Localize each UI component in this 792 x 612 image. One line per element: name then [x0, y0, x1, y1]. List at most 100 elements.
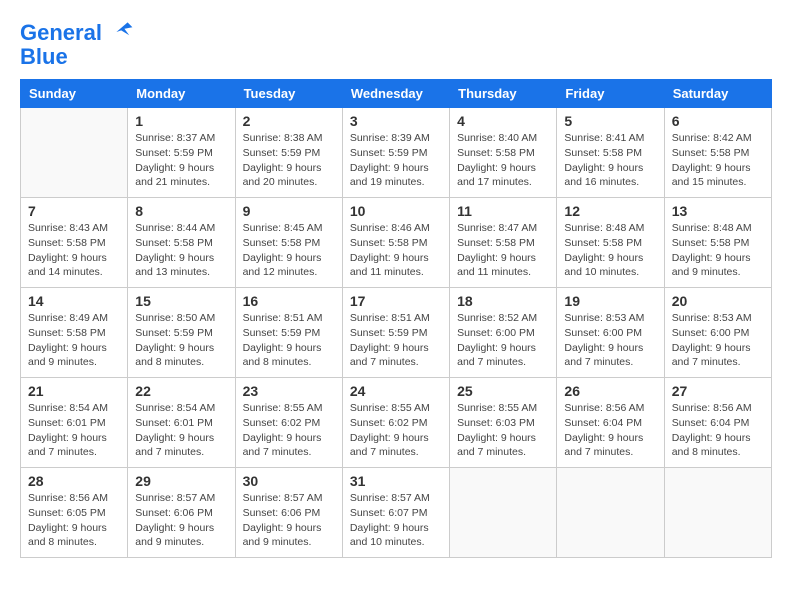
daylight-line1: Daylight: 9 hours	[457, 341, 549, 356]
weekday-header-saturday: Saturday	[664, 80, 771, 108]
day-number: 23	[243, 383, 335, 399]
calendar-cell: 13Sunrise: 8:48 AMSunset: 5:58 PMDayligh…	[664, 198, 771, 288]
daylight-line2: and 12 minutes.	[243, 265, 335, 280]
daylight-line2: and 7 minutes.	[457, 355, 549, 370]
day-info: Sunrise: 8:55 AMSunset: 6:02 PMDaylight:…	[243, 401, 335, 460]
calendar-cell: 29Sunrise: 8:57 AMSunset: 6:06 PMDayligh…	[128, 468, 235, 558]
day-number: 29	[135, 473, 227, 489]
calendar-cell: 7Sunrise: 8:43 AMSunset: 5:58 PMDaylight…	[21, 198, 128, 288]
daylight-line2: and 7 minutes.	[28, 445, 120, 460]
daylight-line2: and 9 minutes.	[243, 535, 335, 550]
day-info: Sunrise: 8:46 AMSunset: 5:58 PMDaylight:…	[350, 221, 442, 280]
day-info: Sunrise: 8:49 AMSunset: 5:58 PMDaylight:…	[28, 311, 120, 370]
calendar-cell: 31Sunrise: 8:57 AMSunset: 6:07 PMDayligh…	[342, 468, 449, 558]
sunrise-line: Sunrise: 8:54 AM	[135, 401, 227, 416]
day-info: Sunrise: 8:39 AMSunset: 5:59 PMDaylight:…	[350, 131, 442, 190]
sunrise-line: Sunrise: 8:57 AM	[135, 491, 227, 506]
sunrise-line: Sunrise: 8:44 AM	[135, 221, 227, 236]
sunrise-line: Sunrise: 8:48 AM	[672, 221, 764, 236]
sunrise-line: Sunrise: 8:39 AM	[350, 131, 442, 146]
daylight-line1: Daylight: 9 hours	[350, 431, 442, 446]
sunrise-line: Sunrise: 8:55 AM	[243, 401, 335, 416]
daylight-line2: and 9 minutes.	[672, 265, 764, 280]
calendar-cell: 4Sunrise: 8:40 AMSunset: 5:58 PMDaylight…	[450, 108, 557, 198]
daylight-line1: Daylight: 9 hours	[672, 251, 764, 266]
sunset-line: Sunset: 6:01 PM	[135, 416, 227, 431]
sunrise-line: Sunrise: 8:52 AM	[457, 311, 549, 326]
calendar-cell: 14Sunrise: 8:49 AMSunset: 5:58 PMDayligh…	[21, 288, 128, 378]
sunset-line: Sunset: 6:04 PM	[564, 416, 656, 431]
day-number: 24	[350, 383, 442, 399]
sunrise-line: Sunrise: 8:53 AM	[672, 311, 764, 326]
daylight-line1: Daylight: 9 hours	[564, 341, 656, 356]
sunrise-line: Sunrise: 8:56 AM	[28, 491, 120, 506]
day-number: 20	[672, 293, 764, 309]
calendar-cell: 11Sunrise: 8:47 AMSunset: 5:58 PMDayligh…	[450, 198, 557, 288]
daylight-line1: Daylight: 9 hours	[28, 521, 120, 536]
daylight-line2: and 10 minutes.	[564, 265, 656, 280]
weekday-header-wednesday: Wednesday	[342, 80, 449, 108]
day-number: 3	[350, 113, 442, 129]
calendar-week-2: 7Sunrise: 8:43 AMSunset: 5:58 PMDaylight…	[21, 198, 772, 288]
calendar-week-3: 14Sunrise: 8:49 AMSunset: 5:58 PMDayligh…	[21, 288, 772, 378]
day-number: 19	[564, 293, 656, 309]
sunrise-line: Sunrise: 8:46 AM	[350, 221, 442, 236]
sunrise-line: Sunrise: 8:41 AM	[564, 131, 656, 146]
sunrise-line: Sunrise: 8:57 AM	[350, 491, 442, 506]
daylight-line1: Daylight: 9 hours	[243, 161, 335, 176]
sunrise-line: Sunrise: 8:45 AM	[243, 221, 335, 236]
calendar-cell: 9Sunrise: 8:45 AMSunset: 5:58 PMDaylight…	[235, 198, 342, 288]
day-info: Sunrise: 8:53 AMSunset: 6:00 PMDaylight:…	[564, 311, 656, 370]
sunset-line: Sunset: 5:58 PM	[457, 236, 549, 251]
sunset-line: Sunset: 6:04 PM	[672, 416, 764, 431]
daylight-line2: and 8 minutes.	[243, 355, 335, 370]
logo-bird-icon	[110, 16, 134, 40]
day-info: Sunrise: 8:44 AMSunset: 5:58 PMDaylight:…	[135, 221, 227, 280]
daylight-line2: and 8 minutes.	[135, 355, 227, 370]
day-info: Sunrise: 8:54 AMSunset: 6:01 PMDaylight:…	[135, 401, 227, 460]
daylight-line1: Daylight: 9 hours	[135, 251, 227, 266]
day-info: Sunrise: 8:57 AMSunset: 6:06 PMDaylight:…	[243, 491, 335, 550]
calendar-cell: 12Sunrise: 8:48 AMSunset: 5:58 PMDayligh…	[557, 198, 664, 288]
daylight-line2: and 16 minutes.	[564, 175, 656, 190]
calendar-cell: 10Sunrise: 8:46 AMSunset: 5:58 PMDayligh…	[342, 198, 449, 288]
calendar-cell: 1Sunrise: 8:37 AMSunset: 5:59 PMDaylight…	[128, 108, 235, 198]
day-number: 11	[457, 203, 549, 219]
sunrise-line: Sunrise: 8:53 AM	[564, 311, 656, 326]
day-info: Sunrise: 8:43 AMSunset: 5:58 PMDaylight:…	[28, 221, 120, 280]
daylight-line2: and 11 minutes.	[350, 265, 442, 280]
calendar-cell: 20Sunrise: 8:53 AMSunset: 6:00 PMDayligh…	[664, 288, 771, 378]
calendar-cell: 16Sunrise: 8:51 AMSunset: 5:59 PMDayligh…	[235, 288, 342, 378]
day-number: 4	[457, 113, 549, 129]
sunrise-line: Sunrise: 8:51 AM	[350, 311, 442, 326]
calendar-cell: 26Sunrise: 8:56 AMSunset: 6:04 PMDayligh…	[557, 378, 664, 468]
sunrise-line: Sunrise: 8:55 AM	[350, 401, 442, 416]
calendar-cell: 21Sunrise: 8:54 AMSunset: 6:01 PMDayligh…	[21, 378, 128, 468]
calendar-cell: 6Sunrise: 8:42 AMSunset: 5:58 PMDaylight…	[664, 108, 771, 198]
day-info: Sunrise: 8:48 AMSunset: 5:58 PMDaylight:…	[564, 221, 656, 280]
sunset-line: Sunset: 6:03 PM	[457, 416, 549, 431]
calendar-week-5: 28Sunrise: 8:56 AMSunset: 6:05 PMDayligh…	[21, 468, 772, 558]
calendar-week-1: 1Sunrise: 8:37 AMSunset: 5:59 PMDaylight…	[21, 108, 772, 198]
daylight-line1: Daylight: 9 hours	[243, 431, 335, 446]
sunrise-line: Sunrise: 8:37 AM	[135, 131, 227, 146]
daylight-line2: and 21 minutes.	[135, 175, 227, 190]
daylight-line1: Daylight: 9 hours	[135, 521, 227, 536]
day-info: Sunrise: 8:55 AMSunset: 6:02 PMDaylight:…	[350, 401, 442, 460]
day-info: Sunrise: 8:51 AMSunset: 5:59 PMDaylight:…	[243, 311, 335, 370]
sunrise-line: Sunrise: 8:56 AM	[564, 401, 656, 416]
day-number: 13	[672, 203, 764, 219]
day-number: 2	[243, 113, 335, 129]
sunset-line: Sunset: 5:59 PM	[350, 326, 442, 341]
sunset-line: Sunset: 5:58 PM	[243, 236, 335, 251]
sunrise-line: Sunrise: 8:57 AM	[243, 491, 335, 506]
weekday-header-row: SundayMondayTuesdayWednesdayThursdayFrid…	[21, 80, 772, 108]
daylight-line1: Daylight: 9 hours	[672, 161, 764, 176]
sunset-line: Sunset: 5:58 PM	[350, 236, 442, 251]
daylight-line2: and 7 minutes.	[672, 355, 764, 370]
day-info: Sunrise: 8:52 AMSunset: 6:00 PMDaylight:…	[457, 311, 549, 370]
day-info: Sunrise: 8:45 AMSunset: 5:58 PMDaylight:…	[243, 221, 335, 280]
daylight-line2: and 19 minutes.	[350, 175, 442, 190]
weekday-header-thursday: Thursday	[450, 80, 557, 108]
weekday-header-sunday: Sunday	[21, 80, 128, 108]
